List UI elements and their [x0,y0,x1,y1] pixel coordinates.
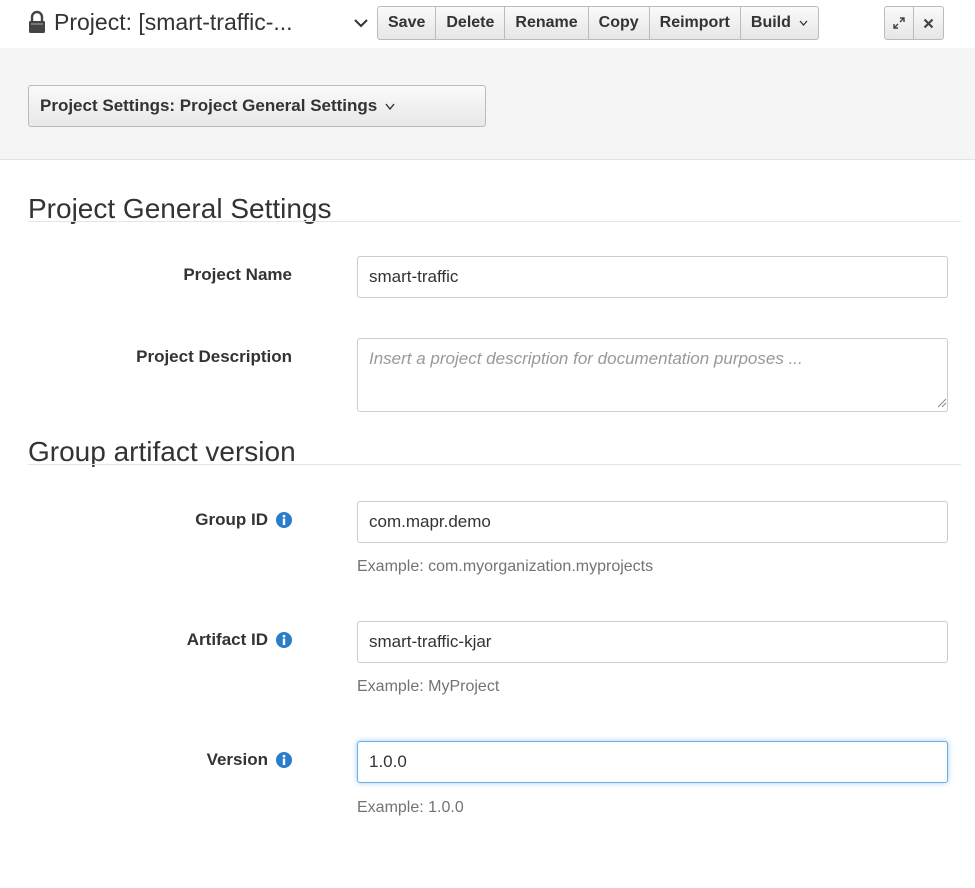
delete-button[interactable]: Delete [436,6,506,40]
delete-button-label: Delete [446,14,495,31]
artifact-id-label: Artifact ID [187,630,292,650]
project-title: Project: [smart-traffic-... [54,9,293,35]
project-description-label: Project Description [136,347,292,367]
save-button-label: Save [388,14,426,31]
close-icon [923,18,934,28]
rename-button[interactable]: Rename [505,6,589,40]
expand-icon [893,17,905,29]
version-input[interactable] [357,741,948,783]
window-controls [884,6,944,40]
build-dropdown-button[interactable]: Build [740,6,819,40]
save-button[interactable]: Save [377,6,437,40]
info-icon[interactable] [276,752,292,768]
project-name-label: Project Name [183,265,292,285]
project-settings-dropdown-label: Project Settings: Project General Settin… [40,96,378,115]
rename-button-label: Rename [515,14,578,31]
group-id-input[interactable] [357,501,948,543]
project-description-textarea[interactable] [357,338,948,412]
project-description-label-text: Project Description [136,347,292,366]
chevron-down-icon [799,20,808,26]
version-label: Version [207,750,292,770]
title-bar: Project: [smart-traffic-... Save Delete … [0,0,975,48]
chevron-down-icon [385,103,395,110]
version-label-text: Version [206,750,268,769]
group-id-label: Group ID [195,510,292,530]
project-action-buttons: Save Delete Rename Copy Reimport Build [377,6,819,40]
chevron-down-icon[interactable] [354,18,368,28]
version-help-text: Example: 1.0.0 [357,799,464,816]
artifact-id-help-text: Example: MyProject [357,678,500,695]
build-button-label: Build [750,14,791,31]
project-name-input[interactable] [357,256,948,298]
section-divider [28,464,961,465]
copy-button-label: Copy [598,14,639,31]
close-button[interactable] [914,6,944,40]
artifact-id-label-text: Artifact ID [186,630,268,649]
section-divider [28,221,961,222]
info-icon[interactable] [276,512,292,528]
project-name-label-text: Project Name [183,265,292,284]
group-id-help-text: Example: com.myorganization.myprojects [357,558,654,575]
reimport-button-label: Reimport [659,14,730,31]
artifact-id-input[interactable] [357,621,948,663]
settings-toolbar: Project Settings: Project General Settin… [0,48,975,160]
lock-icon [29,10,45,33]
project-settings-dropdown[interactable]: Project Settings: Project General Settin… [28,85,486,127]
reimport-button[interactable]: Reimport [649,6,741,40]
group-id-label-text: Group ID [195,510,268,529]
copy-button[interactable]: Copy [588,6,650,40]
maximize-button[interactable] [884,6,914,40]
info-icon[interactable] [276,632,292,648]
